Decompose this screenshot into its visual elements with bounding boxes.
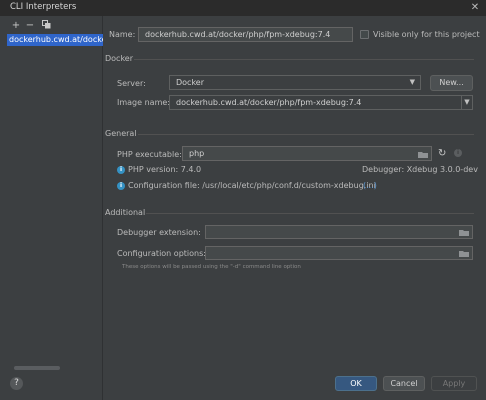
name-input[interactable]: dockerhub.cwd.at/docker/php/fpm-xdebug:7… — [138, 27, 353, 42]
chevron-down-icon[interactable]: ▼ — [461, 96, 472, 109]
horizontal-scrollbar[interactable] — [14, 366, 60, 370]
server-label: Server: — [117, 79, 146, 88]
add-icon[interactable]: + — [10, 20, 22, 32]
folder-icon[interactable] — [459, 228, 469, 238]
close-icon[interactable]: ✕ — [468, 1, 482, 15]
general-separator — [138, 134, 474, 135]
image-name-label: Image name: — [117, 98, 170, 107]
debugger-extension-label: Debugger extension: — [117, 228, 201, 237]
php-executable-value: php — [189, 149, 205, 158]
info-icon: i — [117, 166, 125, 174]
docker-separator — [134, 59, 474, 60]
docker-section-title: Docker — [105, 54, 134, 63]
remove-icon[interactable]: − — [24, 20, 36, 32]
chevron-down-icon: ▼ — [409, 78, 415, 86]
php-version-text: PHP version: 7.4.0 — [128, 165, 202, 174]
name-label: Name: — [109, 30, 136, 39]
configuration-options-hint: These options will be passed using the "… — [122, 264, 301, 270]
apply-button[interactable]: Apply — [431, 376, 477, 391]
image-name-combo[interactable]: dockerhub.cwd.at/docker/php/fpm-xdebug:7… — [169, 95, 473, 110]
window-title: CLI Interpreters — [10, 2, 77, 12]
folder-icon[interactable] — [418, 149, 428, 160]
cancel-button[interactable]: Cancel — [383, 376, 425, 391]
debugger-extension-input[interactable] — [205, 225, 473, 239]
config-file-text: Configuration file: /usr/local/etc/php/c… — [128, 181, 376, 190]
php-executable-input[interactable]: php — [182, 146, 432, 161]
interpreter-list-item[interactable]: dockerhub.cwd.at/docker — [7, 34, 103, 46]
general-section-title: General — [105, 129, 137, 138]
ok-button[interactable]: OK — [335, 376, 377, 391]
help-button[interactable]: ? — [10, 377, 23, 390]
php-executable-label: PHP executable: — [117, 150, 182, 159]
additional-section-title: Additional — [105, 208, 146, 217]
debugger-text: Debugger: Xdebug 3.0.0-dev — [362, 165, 478, 174]
info-icon: i — [117, 182, 125, 190]
configuration-options-input[interactable] — [205, 246, 473, 260]
additional-separator — [146, 213, 474, 214]
new-server-button[interactable]: New... — [430, 75, 473, 91]
visible-only-label: Visible only for this project — [373, 30, 480, 39]
image-name-value: dockerhub.cwd.at/docker/php/fpm-xdebug:7… — [176, 98, 362, 107]
config-file-more-link[interactable]: (...) — [363, 181, 377, 190]
visible-only-checkbox[interactable] — [360, 30, 369, 39]
server-value: Docker — [176, 78, 205, 87]
configuration-options-label: Configuration options: — [117, 249, 206, 258]
info-icon[interactable]: i — [454, 149, 462, 157]
copy-icon[interactable] — [40, 20, 52, 32]
server-select[interactable]: Docker ▼ — [169, 75, 421, 90]
refresh-icon[interactable]: ↻ — [438, 148, 446, 159]
interpreters-list-pane — [0, 16, 103, 400]
folder-icon[interactable] — [459, 249, 469, 259]
